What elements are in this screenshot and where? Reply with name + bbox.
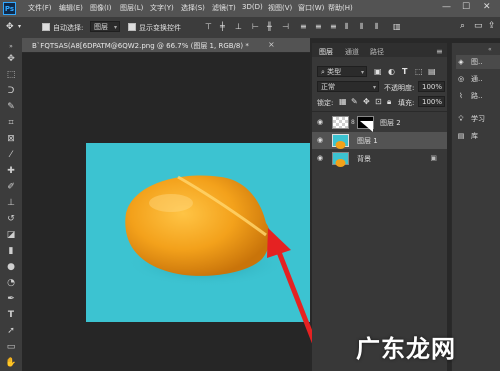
opacity-input[interactable]: 100%: [418, 81, 445, 92]
filter-shape-icon[interactable]: ⬚: [415, 67, 423, 76]
layer-row-2[interactable]: ◉ 8 图层 2: [312, 114, 447, 132]
dock-library-label: 库: [471, 132, 478, 140]
visibility-eye-icon[interactable]: ◉: [317, 136, 325, 144]
filter-pixel-icon[interactable]: ▣: [374, 67, 382, 76]
chevron-down-icon: ▾: [360, 69, 364, 76]
filter-kind-value: 类型: [327, 68, 342, 76]
fill-value: 100%: [422, 98, 443, 106]
filter-type-icon[interactable]: T: [402, 67, 407, 76]
tab-layers[interactable]: 图层: [319, 47, 333, 57]
filter-smart-object-icon[interactable]: ▤: [428, 67, 436, 76]
watermark-text: 广东龙网: [356, 335, 456, 363]
arrow-head: [267, 228, 291, 258]
fill-label: 填充:: [398, 99, 415, 107]
panel-tabs: 图层 通道 路径 ≡: [312, 43, 447, 57]
blend-mode-dropdown[interactable]: 正常 ▾: [317, 81, 379, 92]
dock-layers-label: 图..: [471, 58, 483, 66]
visibility-eye-icon[interactable]: ◉: [317, 154, 325, 162]
visibility-eye-icon[interactable]: ◉: [317, 118, 325, 126]
layer-mask-thumbnail: [357, 116, 374, 132]
lock-transparency-icon[interactable]: ▦: [339, 97, 347, 106]
layer-row-1-selected[interactable]: ◉ 图层 1: [312, 132, 447, 149]
lock-artboard-icon[interactable]: ⊡: [375, 97, 382, 106]
tab-channels[interactable]: 通道: [345, 47, 359, 57]
dock-library[interactable]: ▤ 库: [456, 129, 500, 143]
channels-icon: ◎: [457, 75, 465, 83]
blend-mode-value: 正常: [321, 83, 335, 91]
lock-label: 锁定:: [317, 99, 334, 107]
layer-name: 背景: [357, 155, 371, 163]
lemon-thumb: [335, 159, 346, 167]
dock-collapse-icon[interactable]: «: [488, 46, 492, 53]
right-dock: « ◈ 图.. ◎ 通.. ⌇ 路.. 💡︎ 学习 ▤ 库: [451, 43, 500, 371]
dock-paths[interactable]: ⌇ 路..: [456, 89, 500, 103]
filter-adjustment-icon[interactable]: ◐: [388, 67, 395, 76]
layer-name: 图层 2: [380, 119, 401, 127]
dock-learn[interactable]: 💡︎ 学习: [456, 112, 500, 126]
dock-channels-label: 通..: [471, 75, 483, 83]
opacity-label: 不透明度:: [384, 84, 415, 92]
library-icon: ▤: [457, 132, 465, 140]
layer-thumbnail: [332, 116, 349, 129]
lock-position-icon[interactable]: ✥: [363, 97, 370, 106]
chevron-down-icon: ▾: [372, 84, 376, 91]
lock-icon: ▣: [430, 154, 437, 162]
lock-all-icon[interactable]: 🔒︎: [387, 97, 391, 107]
filter-kind-dropdown[interactable]: ⌕ 类型 ▾: [317, 66, 367, 77]
lemon-thumb: [335, 141, 346, 149]
mask-shape: [360, 121, 373, 132]
paths-icon: ⌇: [459, 92, 463, 100]
layer-row-background[interactable]: ◉ 背景 ▣: [312, 150, 447, 167]
lock-pixels-icon[interactable]: ✎: [351, 97, 358, 106]
tab-paths[interactable]: 路径: [370, 47, 384, 57]
link-icon: 8: [351, 119, 355, 126]
dock-paths-label: 路..: [471, 92, 483, 100]
divider: [312, 111, 447, 112]
panel-menu-icon[interactable]: ≡: [436, 47, 443, 56]
opacity-value: 100%: [422, 83, 443, 91]
dock-channels[interactable]: ◎ 通..: [456, 72, 500, 86]
dock-layers[interactable]: ◈ 图..: [456, 55, 500, 69]
layer-thumbnail: [332, 152, 349, 167]
layer-thumbnail: [332, 134, 349, 149]
dock-learn-label: 学习: [471, 115, 485, 123]
layers-icon: ◈: [458, 58, 464, 66]
layers-panel: 图层 通道 路径 ≡ ⌕ 类型 ▾ ▣ ◐ T ⬚ ▤ 正常 ▾ 不透明度: 1…: [312, 43, 447, 371]
learn-icon: 💡︎: [458, 115, 464, 123]
fill-input[interactable]: 100%: [418, 96, 445, 107]
layer-name: 图层 1: [357, 137, 378, 145]
